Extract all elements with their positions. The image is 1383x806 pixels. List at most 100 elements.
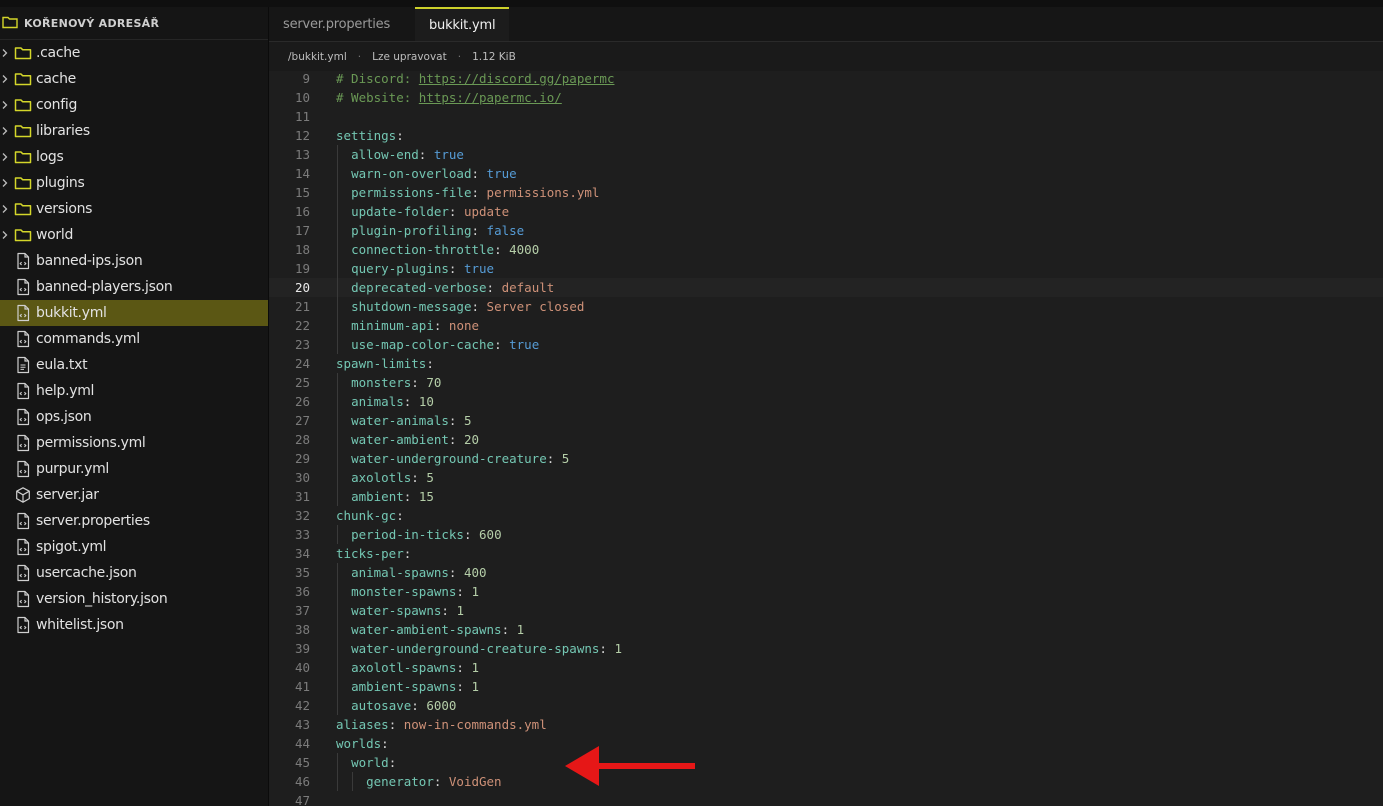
code-line[interactable]: 37 water-spawns: 1 [269, 601, 1383, 620]
line-number: 36 [294, 584, 310, 599]
code-line[interactable]: 26 animals: 10 [269, 392, 1383, 411]
chevron-right-icon[interactable] [1, 196, 9, 222]
code-line[interactable]: 10 # Website: https://papermc.io/ [269, 88, 1383, 107]
token-url[interactable]: https://papermc.io/ [419, 90, 562, 105]
folder-item[interactable]: versions [0, 196, 268, 222]
code-line[interactable]: 40 axolotl-spawns: 1 [269, 658, 1383, 677]
code-line[interactable]: 27 water-animals: 5 [269, 411, 1383, 430]
token-punc: : [448, 432, 464, 447]
file-item[interactable]: whitelist.json [0, 612, 268, 638]
code-line[interactable]: 14 warn-on-overload: true [269, 164, 1383, 183]
code-text: monsters: 70 [336, 373, 441, 392]
folder-item[interactable]: world [0, 222, 268, 248]
code-line[interactable]: 23 use-map-color-cache: true [269, 335, 1383, 354]
folder-item[interactable]: .cache [0, 40, 268, 66]
code-file-icon [14, 616, 32, 634]
code-line[interactable]: 21 shutdown-message: Server closed [269, 297, 1383, 316]
folder-item[interactable]: cache [0, 66, 268, 92]
code-line[interactable]: 24 spawn-limits: [269, 354, 1383, 373]
chevron-right-icon[interactable] [1, 66, 9, 92]
code-line[interactable]: 18 connection-throttle: 4000 [269, 240, 1383, 259]
chevron-right-icon[interactable] [1, 118, 9, 144]
root-directory-header[interactable]: KOŘENOVÝ ADRESÁŘ [0, 7, 268, 40]
token-punc: : [463, 527, 480, 542]
tree-item-label: world [36, 227, 74, 243]
file-item[interactable]: server.properties [0, 508, 268, 534]
code-line[interactable]: 32 chunk-gc: [269, 506, 1383, 525]
token-num: 15 [418, 489, 434, 504]
code-line[interactable]: 11 [269, 107, 1383, 126]
code-editor[interactable]: 9 # Discord: https://discord.gg/papermc 10… [269, 71, 1383, 806]
code-line[interactable]: 43 aliases: now-in-commands.yml [269, 715, 1383, 734]
folder-item[interactable]: plugins [0, 170, 268, 196]
code-line[interactable]: 47 [269, 791, 1383, 806]
file-item[interactable]: purpur.yml [0, 456, 268, 482]
folder-item[interactable]: libraries [0, 118, 268, 144]
code-line[interactable]: 12 settings: [269, 126, 1383, 145]
package-file-icon [14, 486, 32, 504]
line-number: 41 [294, 679, 310, 694]
code-line[interactable]: 39 water-underground-creature-spawns: 1 [269, 639, 1383, 658]
token-punc: : [403, 394, 419, 409]
code-line[interactable]: 29 water-underground-creature: 5 [269, 449, 1383, 468]
folder-item[interactable]: config [0, 92, 268, 118]
tab-bukkit-yml[interactable]: bukkit.yml [415, 7, 510, 41]
code-line[interactable]: 16 update-folder: update [269, 202, 1383, 221]
code-text: settings: [336, 126, 404, 145]
file-item[interactable]: permissions.yml [0, 430, 268, 456]
token-key: ambient-spawns [351, 679, 457, 694]
code-line[interactable]: 45 world: [269, 753, 1383, 772]
tab-server-properties[interactable]: server.properties [269, 7, 404, 41]
token-key: water-underground-creature [351, 451, 547, 466]
code-line[interactable]: 15 permissions-file: permissions.yml [269, 183, 1383, 202]
file-item[interactable]: spigot.yml [0, 534, 268, 560]
code-line[interactable]: 17 plugin-profiling: false [269, 221, 1383, 240]
token-num: 4000 [509, 242, 540, 257]
code-line[interactable]: 19 query-plugins: true [269, 259, 1383, 278]
code-file-icon [14, 382, 32, 400]
chevron-right-icon[interactable] [1, 144, 9, 170]
file-item[interactable]: server.jar [0, 482, 268, 508]
code-line[interactable]: 33 period-in-ticks: 600 [269, 525, 1383, 544]
code-line[interactable]: 31 ambient: 15 [269, 487, 1383, 506]
code-line[interactable]: 20 deprecated-verbose: default [269, 278, 1383, 297]
file-item[interactable]: version_history.json [0, 586, 268, 612]
code-text: animals: 10 [336, 392, 434, 411]
chevron-right-icon[interactable] [1, 40, 9, 66]
code-line[interactable]: 25 monsters: 70 [269, 373, 1383, 392]
token-bool: true [433, 147, 464, 162]
file-item[interactable]: help.yml [0, 378, 268, 404]
code-line[interactable]: 46 generator: VoidGen [269, 772, 1383, 791]
file-item[interactable]: ops.json [0, 404, 268, 430]
code-line[interactable]: 41 ambient-spawns: 1 [269, 677, 1383, 696]
chevron-right-icon[interactable] [1, 222, 9, 248]
token-num: 20 [463, 432, 480, 447]
code-line[interactable]: 42 autosave: 6000 [269, 696, 1383, 715]
code-line[interactable]: 28 water-ambient: 20 [269, 430, 1383, 449]
token-key: deprecated-verbose [351, 280, 487, 295]
code-line[interactable]: 9 # Discord: https://discord.gg/papermc [269, 71, 1383, 88]
code-line[interactable]: 38 water-ambient-spawns: 1 [269, 620, 1383, 639]
token-url[interactable]: https://discord.gg/papermc [419, 71, 615, 86]
file-item[interactable]: banned-players.json [0, 274, 268, 300]
code-text: axolotl-spawns: 1 [336, 658, 479, 677]
chevron-right-icon[interactable] [1, 170, 9, 196]
code-line[interactable]: 34 ticks-per: [269, 544, 1383, 563]
file-item[interactable]: banned-ips.json [0, 248, 268, 274]
code-file-icon [14, 330, 32, 348]
code-line[interactable]: 36 monster-spawns: 1 [269, 582, 1383, 601]
code-line[interactable]: 22 minimum-api: none [269, 316, 1383, 335]
code-line[interactable]: 44 worlds: [269, 734, 1383, 753]
file-item[interactable]: commands.yml [0, 326, 268, 352]
folder-item[interactable]: logs [0, 144, 268, 170]
file-item[interactable]: bukkit.yml [0, 300, 268, 326]
code-line[interactable]: 13 allow-end: true [269, 145, 1383, 164]
token-num: 5 [561, 451, 570, 466]
file-item[interactable]: eula.txt [0, 352, 268, 378]
code-line[interactable]: 35 animal-spawns: 400 [269, 563, 1383, 582]
token-key: water-spawns [351, 603, 442, 618]
file-item[interactable]: usercache.json [0, 560, 268, 586]
code-line[interactable]: 30 axolotls: 5 [269, 468, 1383, 487]
chevron-right-icon[interactable] [1, 92, 9, 118]
tree-item-label: server.jar [36, 487, 99, 503]
